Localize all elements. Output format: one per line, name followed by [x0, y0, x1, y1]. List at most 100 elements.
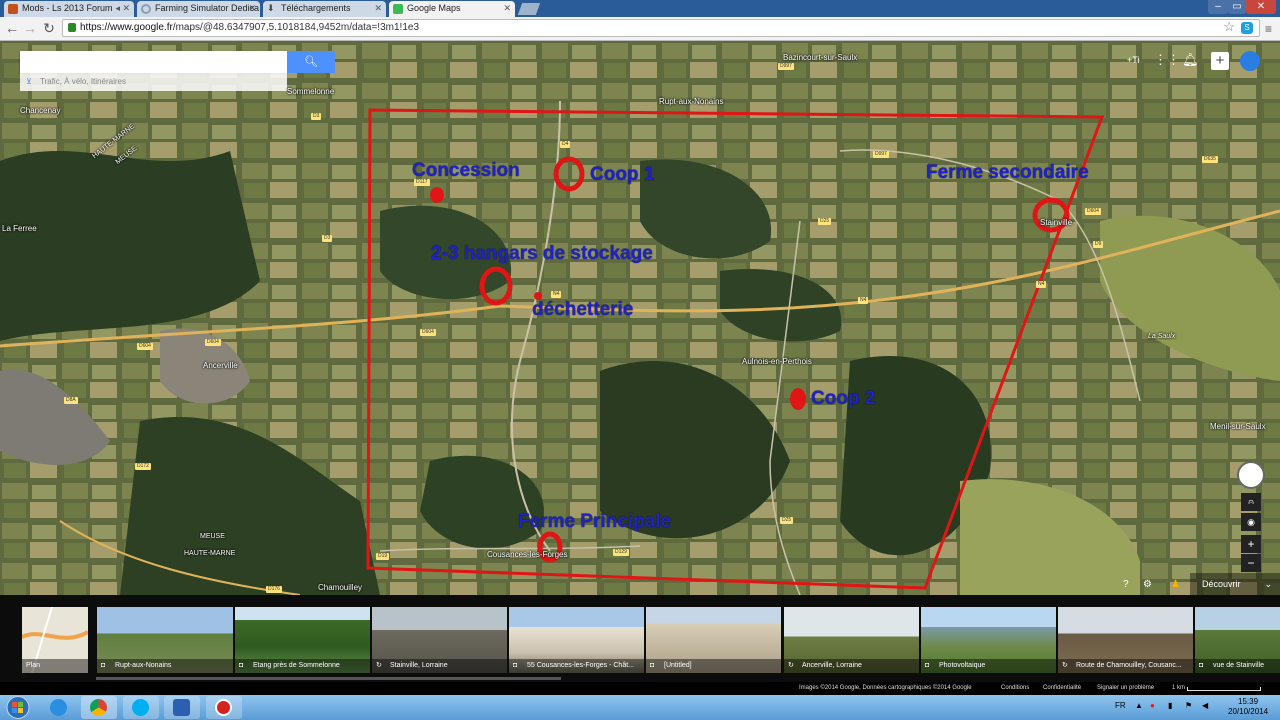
tray-record-icon[interactable]: ● [1150, 701, 1155, 710]
road-label: D604 [205, 339, 221, 346]
notifications-bell-icon[interactable]: 🔔︎ [1182, 52, 1199, 68]
skype-icon [132, 699, 149, 716]
maximize-button[interactable]: ▭ [1228, 0, 1246, 14]
privacy-link[interactable]: Confidentialité [1043, 685, 1081, 691]
forward-arrow-icon[interactable]: → [22, 20, 38, 36]
close-tab-icon[interactable]: ◂ ✕ [115, 1, 130, 16]
address-bar[interactable]: https://www.google.fr/maps/@48.6347907,5… [62, 19, 1260, 37]
camera-icon: ◘ [239, 662, 244, 669]
satellite-map[interactable]: 🔍︎ ⊻ Trafic, À vélo, Itinéraires +Ti ⋮⋮ 🔔… [0, 41, 1280, 595]
speaker-icon[interactable]: ◀ [1202, 701, 1208, 710]
road-label: D9 [1093, 241, 1104, 248]
photo-thumbnail[interactable]: ◘ 55 Cousances-les-Forges - Chât... [509, 607, 644, 673]
show-hidden-icons-icon[interactable]: ▲ [1135, 701, 1143, 710]
taskbar-chrome[interactable] [81, 696, 117, 719]
photo-thumbnail[interactable]: ◘ Rupt-aux-Nonains [97, 607, 233, 673]
minimize-button[interactable]: – [1208, 0, 1228, 14]
network-icon[interactable]: ▮ [1168, 701, 1172, 710]
tilt-icon[interactable]: ⩀ [1241, 493, 1261, 511]
place-label: Aulnois-en-Perthois [742, 357, 812, 366]
photo-thumbnail[interactable]: ↻ Route de Chamouilley, Cousanc... [1058, 607, 1193, 673]
reload-icon[interactable]: ↻ [41, 20, 57, 36]
coop2-marker [790, 388, 806, 410]
windows-start-icon[interactable] [2, 695, 34, 720]
photo-thumbnail[interactable]: ◘ Etang près de Sommelonne [235, 607, 370, 673]
compass-icon[interactable] [1237, 461, 1265, 489]
road-label: D176 [266, 586, 282, 593]
place-label: Chamouilley [318, 583, 363, 592]
tab-google-maps[interactable]: Google Maps ✕ [389, 1, 515, 17]
traffic-icon: ⊻ [26, 77, 32, 86]
taskbar-app[interactable] [164, 696, 200, 719]
road-label: D25 [780, 517, 794, 524]
close-tab-icon[interactable]: ✕ [248, 1, 256, 16]
search-icon[interactable]: 🔍︎ [287, 51, 335, 73]
annotation-ferme-secondaire: Ferme secondaire [926, 162, 1089, 183]
ls-forum-icon [8, 4, 18, 14]
camera-icon: ◘ [925, 662, 930, 669]
road-label: N4 [1036, 281, 1047, 288]
road-label: D129 [613, 549, 629, 556]
camera-icon: ◘ [650, 662, 655, 669]
road-label: D172 [135, 463, 151, 470]
road-label: D997 [873, 151, 889, 158]
close-tab-icon[interactable]: ✕ [374, 1, 382, 16]
chrome-menu-icon[interactable]: ≡ [1265, 22, 1272, 36]
pegman-icon[interactable]: ♟ [1171, 579, 1180, 590]
settings-gear-icon[interactable]: ⚙ [1143, 579, 1152, 590]
zoom-in-button[interactable]: + [1241, 535, 1261, 553]
language-indicator[interactable]: FR [1115, 701, 1126, 710]
apps-grid-icon[interactable]: ⋮⋮ [1154, 52, 1180, 68]
photo-strip-scrollbar[interactable] [96, 677, 561, 680]
taskbar-ie[interactable] [41, 696, 77, 719]
plan-thumbnail[interactable]: Plan [22, 607, 88, 673]
flag-icon[interactable]: ⚑ [1185, 701, 1192, 710]
place-label: Chancenay [20, 106, 61, 115]
photo-thumbnail[interactable]: ↻ Ancerville, Lorraine [784, 607, 919, 673]
place-label: HAUTE-MARNE [184, 550, 236, 557]
record-icon [215, 699, 232, 716]
share-plus-icon[interactable]: + [1211, 52, 1229, 70]
help-icon[interactable]: ? [1123, 579, 1129, 590]
windows-taskbar: FR ▲ ● ▮ ⚑ ◀ 15:39 20/10/2014 [0, 695, 1280, 720]
my-location-icon[interactable]: ◉ [1241, 513, 1261, 531]
google-maps-icon [393, 4, 403, 14]
browser-toolbar: ← → ↻ https://www.google.fr/maps/@48.634… [0, 17, 1280, 41]
skype-extension-icon[interactable]: S [1241, 22, 1253, 34]
close-tab-icon[interactable]: ✕ [503, 1, 511, 16]
road-label: N4 [858, 297, 869, 304]
zoom-out-button[interactable]: − [1241, 554, 1261, 572]
photo-thumbnail[interactable]: ◘ vue de Stainville [1195, 607, 1280, 673]
place-label: Stainville [1040, 218, 1073, 227]
annotation-dechetterie: déchetterie [532, 299, 634, 320]
taskbar-skype[interactable] [123, 696, 159, 719]
system-clock[interactable]: 15:39 20/10/2014 [1228, 697, 1268, 717]
scale-label[interactable]: 1 km [1172, 685, 1185, 691]
photo-strip: Plan ◘ Rupt-aux-Nonains ◘ Etang près de So… [0, 595, 1280, 682]
decouvrir-button[interactable]: Découvrir ⌄ [1190, 573, 1280, 595]
photo-thumbnail[interactable]: ◘ Photovoltaique [921, 607, 1056, 673]
annotation-hangars: 2-3 hangars de stockage [431, 243, 653, 264]
tab-telechargements[interactable]: ⬇ Téléchargements ✕ [263, 1, 386, 17]
tab-farming-simulator[interactable]: Farming Simulator Dedica ✕ [137, 1, 260, 17]
tab-mods-forum[interactable]: Mods - Ls 2013 Forum ◂ ✕ [4, 1, 134, 17]
conditions-link[interactable]: Conditions [1001, 685, 1029, 691]
clock-time: 15:39 [1238, 697, 1259, 706]
place-label: Cousances-les-Forges [487, 550, 568, 559]
user-name-link[interactable]: +Ti [1127, 55, 1139, 65]
report-problem-link[interactable]: Signaler un problème [1097, 685, 1154, 691]
avatar[interactable] [1240, 51, 1260, 71]
photo-thumbnail[interactable]: ◘ [Untitled] [646, 607, 781, 673]
road-label: D635 [1202, 156, 1218, 163]
road-label: D25 [818, 218, 832, 225]
taskbar-recorder[interactable] [206, 696, 242, 719]
bookmark-star-icon[interactable]: ☆ [1223, 19, 1235, 35]
back-arrow-icon[interactable]: ← [4, 20, 20, 36]
close-window-button[interactable]: ✕ [1246, 0, 1276, 14]
search-hint[interactable]: ⊻ Trafic, À vélo, Itinéraires [20, 73, 287, 91]
maps-search-input[interactable] [20, 51, 287, 73]
place-label: Bazincourt-sur-Saulx [783, 53, 858, 62]
photo-thumbnail[interactable]: ↻ Stainville, Lorraine [372, 607, 507, 673]
annotation-ferme-principale: Ferme Principale [518, 511, 672, 532]
new-tab-button[interactable] [517, 3, 541, 15]
